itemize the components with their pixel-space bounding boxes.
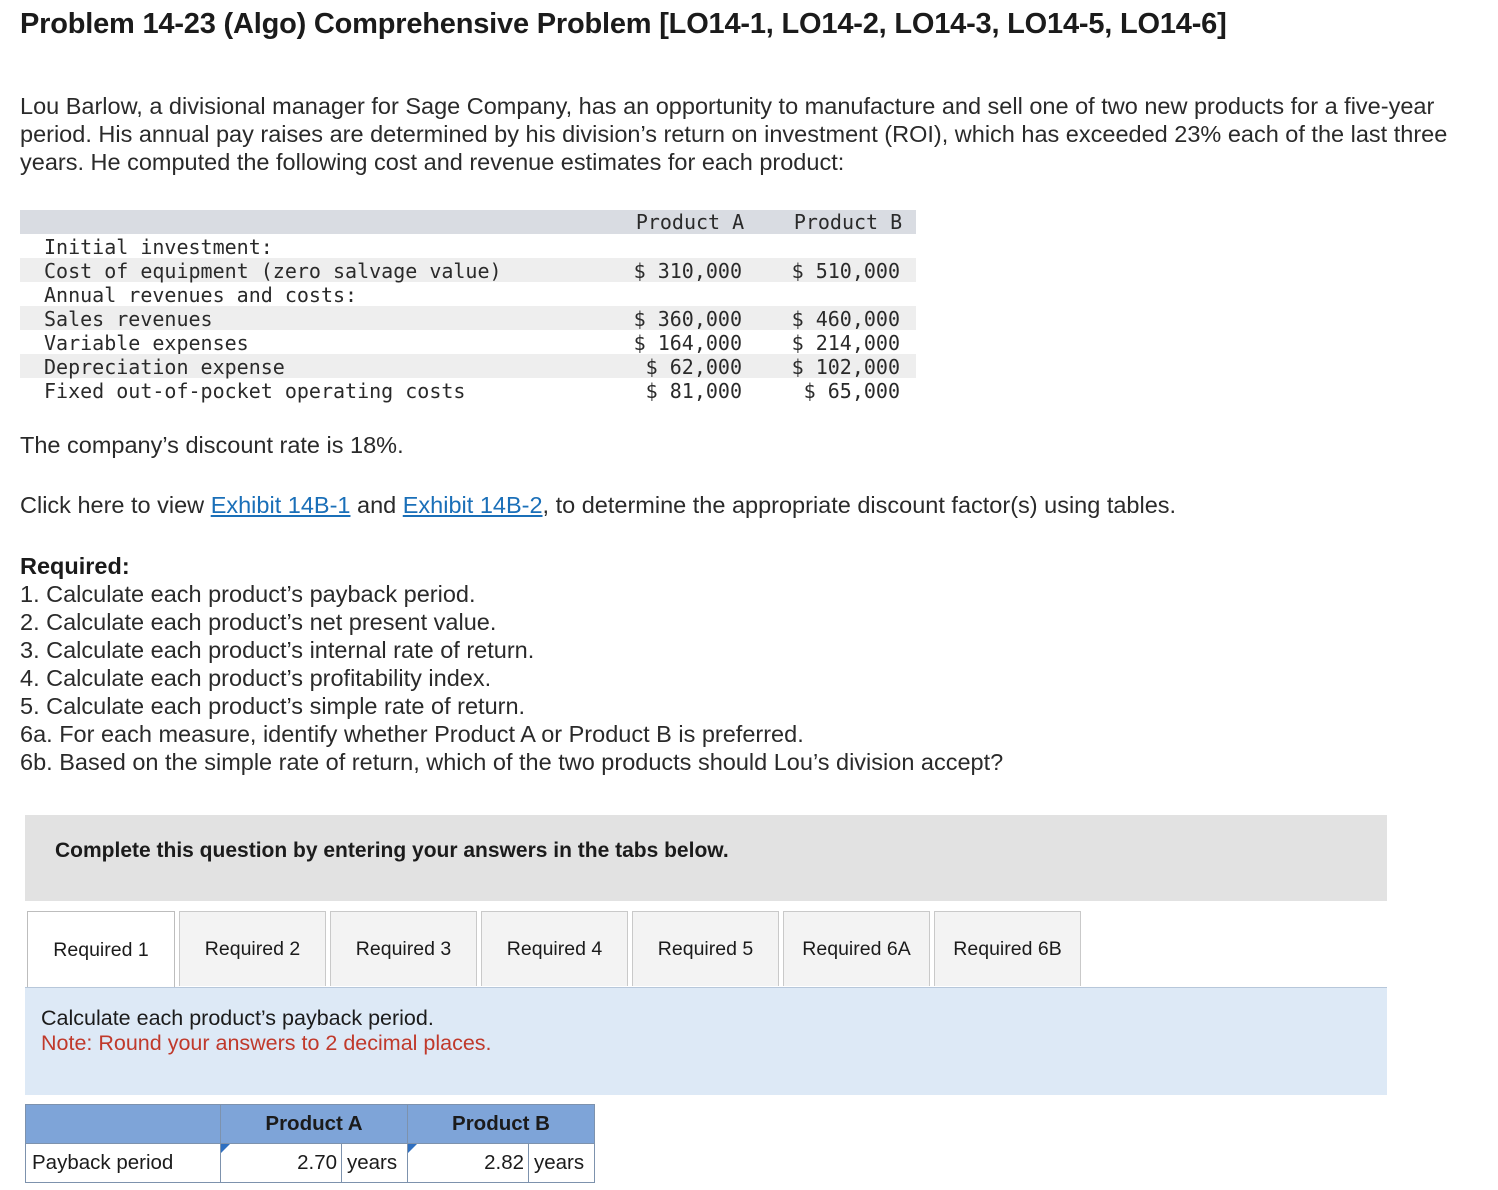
answer-header-row: Product A Product B bbox=[25, 1104, 595, 1144]
answer-header-blank bbox=[25, 1104, 221, 1144]
discount-rate-text: The company’s discount rate is 18%. bbox=[20, 432, 404, 458]
row-label: Sales revenues bbox=[44, 307, 213, 331]
product-b-cell-wrap: years bbox=[408, 1144, 594, 1182]
table-row: Initial investment: bbox=[20, 234, 916, 259]
required-item: 4. Calculate each product’s profitabilit… bbox=[20, 665, 492, 691]
tab-required-1[interactable]: Required 1 bbox=[27, 911, 175, 988]
exhibit-prefix: Click here to view bbox=[20, 492, 211, 518]
tab-required-3[interactable]: Required 3 bbox=[330, 911, 477, 986]
exhibit-14b-1-link[interactable]: Exhibit 14B-1 bbox=[211, 492, 351, 518]
required-item: 6b. Based on the simple rate of return, … bbox=[20, 749, 1004, 775]
value-product-a: $ 360,000 bbox=[633, 307, 742, 331]
table-row: Fixed out-of-pocket operating costs $ 81… bbox=[20, 378, 916, 403]
exhibit-suffix: , to determine the appropriate discount … bbox=[542, 492, 1177, 518]
value-product-a: $ 81,000 bbox=[645, 379, 742, 403]
product-a-cell-wrap: years bbox=[221, 1144, 407, 1182]
required-item: 1. Calculate each product’s payback peri… bbox=[20, 581, 476, 607]
tab-required-4[interactable]: Required 4 bbox=[481, 911, 628, 986]
entry-marker-icon bbox=[221, 1144, 230, 1153]
payback-product-b-input[interactable] bbox=[408, 1144, 529, 1182]
row-label: Annual revenues and costs: bbox=[44, 283, 358, 307]
row-label: Initial investment: bbox=[44, 235, 273, 259]
row-label: Variable expenses bbox=[44, 331, 249, 355]
value-product-a: $ 164,000 bbox=[633, 331, 742, 355]
answer-header-product-a: Product A bbox=[220, 1104, 408, 1144]
product-b-cell: years bbox=[407, 1143, 595, 1183]
required-item: 5. Calculate each product’s simple rate … bbox=[20, 693, 526, 719]
table-row: Cost of equipment (zero salvage value) $… bbox=[20, 258, 916, 283]
tab-bar: Required 1 Required 2 Required 3 Require… bbox=[27, 911, 1081, 988]
panel-instruction: Calculate each product’s payback period. bbox=[41, 1006, 434, 1030]
payback-product-a-input[interactable] bbox=[221, 1144, 342, 1182]
problem-intro: Lou Barlow, a divisional manager for Sag… bbox=[20, 93, 1448, 175]
payback-row-label: Payback period bbox=[25, 1143, 221, 1183]
value-product-b: $ 510,000 bbox=[791, 259, 900, 283]
unit-label: years bbox=[534, 1151, 585, 1174]
tab-panel: Calculate each product’s payback period.… bbox=[25, 987, 1387, 1095]
exhibit-middle: and bbox=[350, 492, 403, 518]
table-row: Depreciation expense $ 62,000 $ 102,000 bbox=[20, 354, 916, 379]
required-list: Required: 1. Calculate each product’s pa… bbox=[20, 552, 1003, 776]
table-row: Variable expenses $ 164,000 $ 214,000 bbox=[20, 330, 916, 355]
unit-label: years bbox=[347, 1151, 398, 1174]
cost-revenue-table: Product A Product B Initial investment: … bbox=[20, 210, 916, 403]
header-product-a: Product A bbox=[635, 210, 745, 234]
table-row: Annual revenues and costs: bbox=[20, 282, 916, 307]
exhibit-line: Click here to view Exhibit 14B-1 and Exh… bbox=[20, 492, 1176, 519]
banner-text: Complete this question by entering your … bbox=[55, 839, 729, 862]
table-row: Payback period years years bbox=[25, 1143, 595, 1183]
row-label: Depreciation expense bbox=[44, 355, 285, 379]
product-a-cell: years bbox=[220, 1143, 408, 1183]
page-title: Problem 14-23 (Algo) Comprehensive Probl… bbox=[20, 8, 1227, 40]
required-item: 6a. For each measure, identify whether P… bbox=[20, 721, 804, 747]
value-product-b: $ 460,000 bbox=[791, 307, 900, 331]
value-product-b: $ 214,000 bbox=[791, 331, 900, 355]
table-row: Sales revenues $ 360,000 $ 460,000 bbox=[20, 306, 916, 331]
answer-header-product-b: Product B bbox=[407, 1104, 595, 1144]
exhibit-14b-2-link[interactable]: Exhibit 14B-2 bbox=[403, 492, 543, 518]
required-item: 2. Calculate each product’s net present … bbox=[20, 609, 497, 635]
value-product-a: $ 62,000 bbox=[645, 355, 742, 379]
row-label: Cost of equipment (zero salvage value) bbox=[44, 259, 502, 283]
table-header-row: Product A Product B bbox=[20, 210, 916, 234]
tab-required-2[interactable]: Required 2 bbox=[179, 911, 326, 986]
tab-required-6b[interactable]: Required 6B bbox=[934, 911, 1081, 986]
row-label: Fixed out-of-pocket operating costs bbox=[44, 379, 466, 403]
required-heading: Required: bbox=[20, 553, 130, 579]
value-product-b: $ 65,000 bbox=[803, 379, 900, 403]
entry-marker-icon bbox=[408, 1144, 417, 1153]
required-item: 3. Calculate each product’s internal rat… bbox=[20, 637, 535, 663]
answer-table: Product A Product B Payback period years… bbox=[25, 1104, 595, 1183]
header-product-b: Product B bbox=[793, 210, 903, 234]
tab-required-6a[interactable]: Required 6A bbox=[783, 911, 930, 986]
value-product-b: $ 102,000 bbox=[791, 355, 900, 379]
value-product-a: $ 310,000 bbox=[633, 259, 742, 283]
panel-note: Note: Round your answers to 2 decimal pl… bbox=[41, 1031, 492, 1055]
instructions-banner: Complete this question by entering your … bbox=[25, 815, 1387, 901]
tab-required-5[interactable]: Required 5 bbox=[632, 911, 779, 986]
